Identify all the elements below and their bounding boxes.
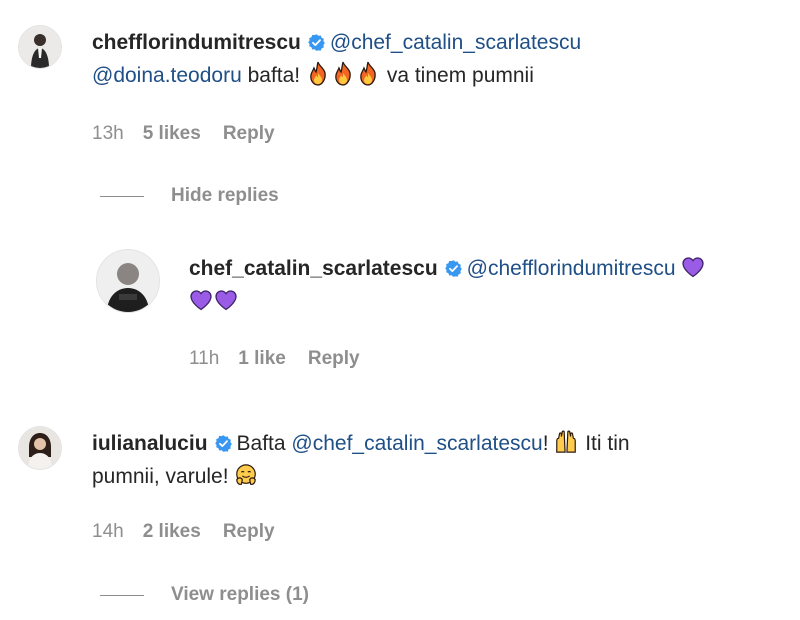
purple-heart-emoji-icon: [214, 287, 238, 313]
avatar[interactable]: [18, 426, 62, 470]
divider-line: [100, 594, 144, 596]
replies-toggle-label: View replies (1): [171, 584, 309, 605]
avatar-image: [19, 26, 61, 68]
view-replies-button[interactable]: View replies (1): [100, 584, 309, 606]
comment-text: bafta!: [241, 64, 306, 87]
comment-timestamp[interactable]: 13h: [92, 123, 124, 145]
reply-button[interactable]: Reply: [308, 348, 360, 370]
comment-meta: 11h 1 like Reply: [189, 348, 360, 370]
verified-badge-icon: [444, 259, 463, 278]
mention-link[interactable]: @chef_catalin_scarlatescu: [330, 31, 581, 54]
comment-body: chefflorindumitrescu @chef_catalin_scarla…: [92, 26, 782, 92]
raising-hands-emoji-icon: [554, 429, 578, 455]
avatar-image: [19, 427, 61, 469]
purple-heart-emoji-icon: [189, 287, 213, 313]
comment-username[interactable]: chefflorindumitrescu: [92, 31, 301, 54]
comment-meta: 14h 2 likes Reply: [92, 521, 275, 543]
avatar-image: [97, 250, 159, 312]
reply-button[interactable]: Reply: [223, 521, 275, 543]
comment-username[interactable]: chef_catalin_scarlatescu: [189, 257, 438, 280]
comment-timestamp[interactable]: 11h: [189, 348, 219, 370]
comment-body: iulianaluciu Bafta @chef_catalin_scarlate…: [92, 427, 782, 493]
comment-username[interactable]: iulianaluciu: [92, 432, 208, 455]
fire-emoji-icon: [306, 61, 330, 87]
reply-button[interactable]: Reply: [223, 123, 275, 145]
mention-link[interactable]: @chefflorindumitrescu: [467, 257, 676, 280]
purple-heart-emoji-icon: [681, 254, 705, 280]
hide-replies-button[interactable]: Hide replies: [100, 185, 279, 207]
comment-text: va tinem pumnii: [380, 64, 534, 87]
replies-toggle-label: Hide replies: [171, 185, 279, 206]
comment-timestamp[interactable]: 14h: [92, 521, 124, 543]
mention-link[interactable]: @chef_catalin_scarlatescu: [291, 432, 542, 455]
fire-emoji-icon: [331, 61, 355, 87]
mention-link[interactable]: @doina.teodoru: [92, 64, 242, 87]
hugging-face-emoji-icon: [234, 462, 258, 488]
comment-meta: 13h 5 likes Reply: [92, 123, 275, 145]
likes-count[interactable]: 5 likes: [143, 123, 201, 145]
avatar[interactable]: [96, 249, 160, 313]
comment-text: pumnii, varule!: [92, 465, 235, 488]
divider-line: [100, 195, 144, 197]
fire-emoji-icon: [356, 61, 380, 87]
comment-body: chef_catalin_scarlatescu @chefflorindumit…: [189, 252, 789, 318]
comment-text: !: [542, 432, 555, 455]
avatar[interactable]: [18, 25, 62, 69]
verified-badge-icon: [214, 434, 233, 453]
likes-count[interactable]: 1 like: [238, 348, 286, 370]
comment-text: Bafta: [236, 432, 292, 455]
comment-text: Iti tin: [579, 432, 630, 455]
verified-badge-icon: [307, 33, 326, 52]
likes-count[interactable]: 2 likes: [143, 521, 201, 543]
